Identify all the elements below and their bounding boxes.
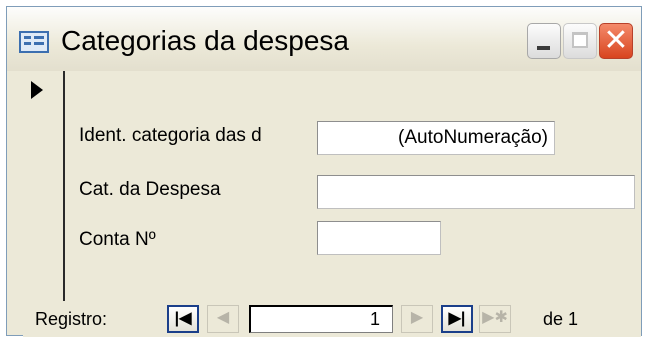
field-label-account-number: Conta Nº	[79, 229, 156, 250]
record-arrow-icon	[31, 81, 43, 99]
last-record-button[interactable]: ▶|	[441, 305, 473, 333]
title-bar[interactable]: Categorias da despesa ✕	[7, 7, 641, 71]
category-id-field[interactable]: (AutoNumeração)	[317, 121, 555, 155]
maximize-button[interactable]	[563, 23, 597, 59]
record-selector[interactable]	[23, 71, 65, 301]
first-record-button[interactable]: |◀	[167, 305, 199, 333]
next-record-icon: ▶	[410, 309, 424, 326]
new-record-button[interactable]: ▶✱	[479, 305, 511, 333]
record-label: Registro:	[35, 309, 108, 329]
last-record-icon: ▶|	[448, 310, 466, 327]
form-window: Categorias da despesa ✕ Ident. categoria…	[6, 6, 642, 337]
previous-record-button[interactable]: ◀	[207, 305, 239, 333]
previous-record-icon: ◀	[216, 309, 230, 326]
record-navigation-bar: Registro: |◀ ◀ 1 ▶ ▶| ▶✱ de 1	[23, 301, 641, 337]
current-record-input[interactable]: 1	[249, 305, 393, 333]
account-number-field[interactable]	[317, 221, 441, 255]
close-icon: ✕	[603, 24, 629, 57]
window-title: Categorias da despesa	[61, 25, 349, 56]
form-body: Ident. categoria das d (AutoNumeração) C…	[65, 71, 641, 301]
next-record-button[interactable]: ▶	[401, 305, 433, 333]
field-label-category-id: Ident. categoria das d	[79, 125, 262, 146]
minimize-button[interactable]	[527, 23, 561, 59]
form-icon	[19, 31, 49, 53]
expense-category-field[interactable]	[317, 175, 635, 209]
field-label-expense-category: Cat. da Despesa	[79, 179, 221, 200]
close-button[interactable]: ✕	[599, 23, 633, 59]
record-count-label: de 1	[543, 309, 579, 329]
first-record-icon: |◀	[174, 310, 192, 327]
new-record-icon: ▶✱	[482, 309, 508, 326]
